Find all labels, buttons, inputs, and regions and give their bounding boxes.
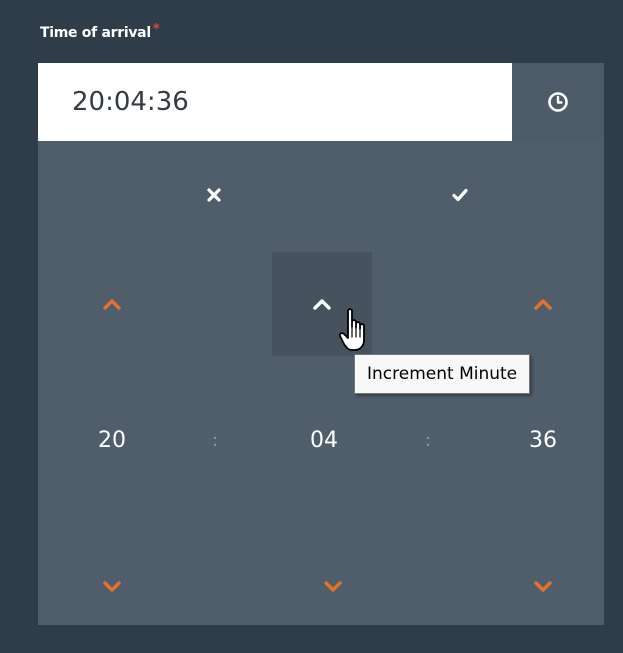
increment-hour-button[interactable] — [62, 252, 162, 356]
chevron-down-icon — [103, 581, 121, 592]
check-icon — [452, 188, 468, 202]
hour-minute-separator: : — [211, 430, 219, 451]
minute-second-separator: : — [424, 430, 432, 451]
close-icon — [207, 188, 221, 202]
field-label-text: Time of arrival — [40, 25, 151, 41]
increment-second-button[interactable] — [493, 252, 593, 356]
confirm-button[interactable] — [430, 175, 490, 215]
minute-value[interactable]: 04 — [284, 421, 364, 461]
chevron-down-icon — [534, 581, 552, 592]
chevron-up-icon — [534, 299, 552, 310]
chevron-up-icon — [103, 299, 121, 310]
time-field-container: Time of arrival * 20:04:36 20: 04: 36 … — [0, 0, 623, 653]
close-button[interactable] — [184, 175, 244, 215]
chevron-up-icon — [313, 299, 331, 310]
decrement-minute-button[interactable] — [283, 535, 383, 639]
hour-value[interactable]: 20 — [72, 421, 152, 461]
required-marker: * — [152, 22, 160, 37]
time-input[interactable] — [38, 63, 512, 141]
clock-button[interactable] — [512, 63, 604, 141]
clock-icon — [548, 92, 568, 112]
decrement-second-button[interactable] — [493, 535, 593, 639]
decrement-hour-button[interactable] — [62, 535, 162, 639]
tooltip: Increment Minute — [354, 354, 531, 394]
field-label: Time of arrival * — [40, 22, 160, 41]
chevron-down-icon — [324, 581, 342, 592]
hand-cursor-icon — [339, 308, 365, 351]
second-value[interactable]: 36 — [503, 421, 583, 461]
